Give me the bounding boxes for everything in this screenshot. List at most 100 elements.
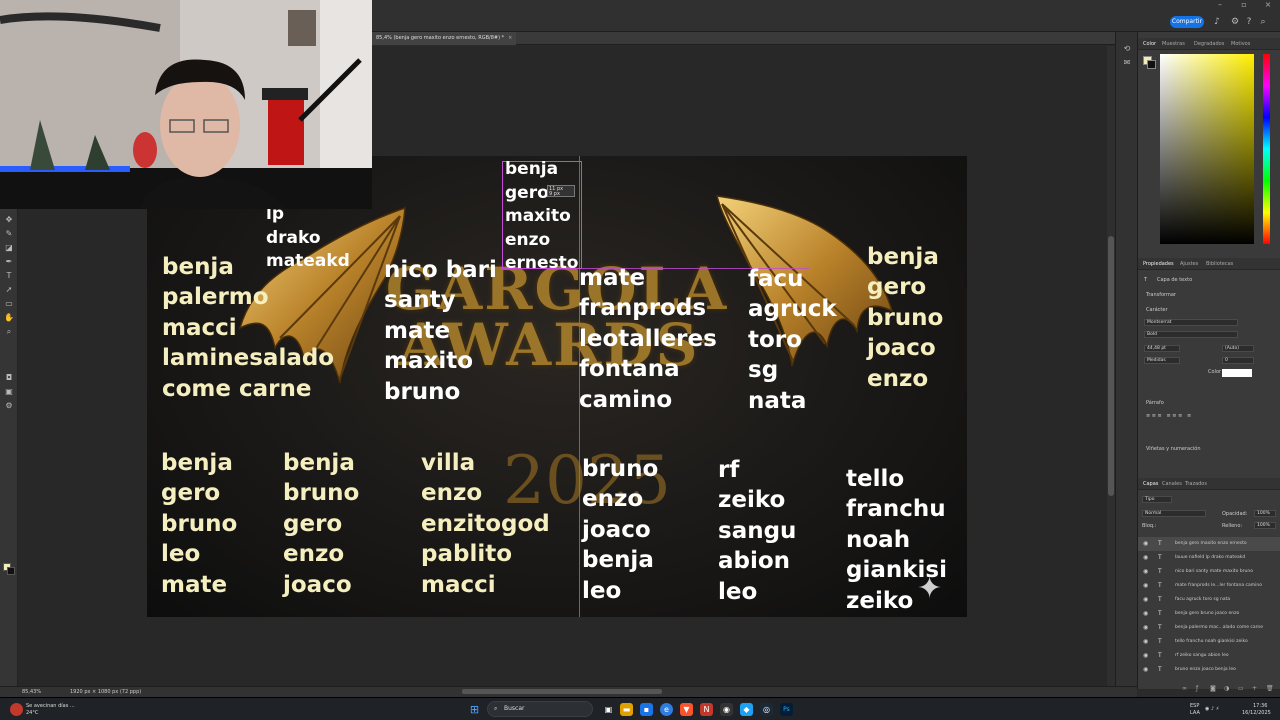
name-list[interactable]: facu agruck toro sg nata [748, 264, 837, 416]
tab-swatches[interactable]: Muestras [1162, 38, 1185, 50]
name-entry[interactable]: mate [161, 570, 237, 600]
name-entry[interactable]: tello [846, 464, 947, 494]
name-entry[interactable]: facu [748, 264, 837, 294]
name-entry[interactable]: joaco [867, 333, 943, 363]
name-list[interactable]: benja palermo macci laminesalado come carne [162, 252, 334, 404]
leading-field[interactable]: (Auto) [1222, 345, 1254, 352]
app-icon[interactable]: ◆ [740, 703, 753, 716]
name-entry[interactable]: benja [161, 448, 237, 478]
vertical-scrollbar[interactable] [1107, 46, 1115, 686]
close-tab-icon[interactable]: × [508, 35, 512, 41]
document-canvas[interactable]: GARGOLA AWARDS™ 2025 ✦ lp drako mateakd be… [147, 156, 967, 617]
name-entry[interactable]: noah [846, 525, 947, 555]
tracking-field[interactable]: 0 [1222, 357, 1254, 364]
name-list[interactable]: villa enzo enzitogod pablito macci [421, 448, 550, 600]
name-entry[interactable]: franchu [846, 494, 947, 524]
name-entry[interactable]: bruno [867, 303, 943, 333]
layer-name[interactable]: lauue nafield lp drako mateakd [1175, 551, 1245, 565]
tab-libraries[interactable]: Bibliotecas [1206, 258, 1233, 270]
name-list[interactable]: bruno enzo joaco benja leo [582, 454, 658, 606]
weather-title[interactable]: Se avecinan días ... [26, 703, 75, 709]
shape-tool-icon[interactable]: ▭ [3, 299, 15, 309]
mask-icon[interactable]: ◙ [1210, 685, 1216, 692]
name-list[interactable]: benja gero bruno joaco enzo [867, 242, 943, 394]
tray-icons[interactable]: ◉ ♪ ⚡ [1205, 706, 1219, 712]
name-entry[interactable]: sg [748, 355, 837, 385]
layer-name[interactable]: benja gero bruno joaco enzo [1175, 607, 1239, 621]
netflix-icon[interactable]: N [700, 703, 713, 716]
photoshop-icon[interactable]: Ps [780, 703, 793, 716]
teams-icon[interactable]: ▪ [640, 703, 653, 716]
panel-background-swatch[interactable] [1147, 60, 1156, 69]
name-entry[interactable]: come carne [162, 374, 334, 404]
move-tool-icon[interactable]: ✥ [3, 215, 15, 225]
eye-icon[interactable]: ◉ [1143, 635, 1148, 649]
name-entry[interactable]: gero [161, 478, 237, 508]
comments-icon[interactable]: ✉ [1121, 58, 1133, 68]
layer-name[interactable]: tello franchu noah giankisi zeiko [1175, 635, 1248, 649]
eye-icon[interactable]: ◉ [1143, 537, 1148, 551]
tab-gradients[interactable]: Degradados [1194, 38, 1224, 50]
fx-icon[interactable]: ƒ [1196, 685, 1198, 692]
weather-icon[interactable] [10, 703, 23, 716]
layer-name[interactable]: facu agruck toro sg nata [1175, 593, 1230, 607]
tab-channels[interactable]: Canales [1162, 478, 1182, 490]
name-entry[interactable]: laminesalado [162, 343, 334, 373]
name-entry[interactable]: maxito [505, 205, 578, 229]
name-list[interactable]: tello franchu noah giankisi zeiko [846, 464, 947, 616]
name-entry[interactable]: mate [579, 263, 717, 293]
quick-mask-icon[interactable]: ◘ [3, 373, 15, 383]
blend-mode-select[interactable]: Normal [1142, 510, 1206, 517]
name-entry[interactable]: leo [582, 576, 658, 606]
tab-adjustments[interactable]: Ajustes [1180, 258, 1198, 270]
name-entry[interactable]: santy [384, 285, 497, 315]
layer-row[interactable]: ◉ Tlauue nafield lp drako mateakd [1138, 551, 1280, 565]
selection-tool-icon[interactable]: ➚ [3, 285, 15, 295]
minimize-icon[interactable]: – [1212, 0, 1228, 10]
name-entry[interactable]: enzo [505, 229, 578, 253]
name-entry[interactable]: bruno [582, 454, 658, 484]
document-size[interactable]: 1920 px × 1080 px (72 ppp) [70, 687, 141, 697]
close-window-icon[interactable]: × [1260, 0, 1276, 10]
name-entry[interactable]: benja [162, 252, 334, 282]
eye-icon[interactable]: ◉ [1143, 607, 1148, 621]
transform-section[interactable]: Transformar [1146, 292, 1176, 299]
maximize-icon[interactable]: ▫ [1236, 0, 1252, 10]
document-tab[interactable]: 85,4% (benja gero maxito enzo ernesto, R… [372, 32, 517, 45]
align-buttons[interactable]: ≡ ≡ ≡ ≡ ≡ ≡ ≡ [1146, 413, 1191, 420]
name-entry[interactable]: fontana [579, 354, 717, 384]
name-entry[interactable]: giankisi [846, 555, 947, 585]
name-entry[interactable]: leotalleres [579, 324, 717, 354]
layer-row[interactable]: ◉ Tbenja gero maxito enzo ernesto [1138, 537, 1280, 551]
font-style-select[interactable]: Bold [1144, 331, 1238, 338]
horizontal-scroll-thumb[interactable] [462, 689, 662, 694]
name-entry[interactable]: zeiko [846, 586, 947, 616]
eye-icon[interactable]: ◉ [1143, 621, 1148, 635]
hand-tool-icon[interactable]: ✋ [3, 313, 15, 323]
name-list[interactable]: benja gero bruno leo mate [161, 448, 237, 600]
steam-icon[interactable]: ◎ [760, 703, 773, 716]
name-entry[interactable]: ernesto [505, 252, 578, 276]
new-layer-icon[interactable]: + [1252, 685, 1257, 692]
name-entry[interactable]: sangu [718, 516, 796, 546]
name-list[interactable]: benja gero maxito enzo ernesto [505, 158, 578, 276]
layer-name[interactable]: nico bari santy mate maxito bruno [1175, 565, 1253, 579]
clock-date[interactable]: 16/12/2025 [1242, 710, 1271, 716]
type-tool-icon[interactable]: T [3, 271, 15, 281]
opacity-field[interactable]: 100% [1254, 510, 1276, 517]
kerning-field[interactable]: Medidas [1144, 357, 1180, 364]
name-entry[interactable]: bruno [384, 377, 497, 407]
share-button[interactable]: Compartir [1170, 16, 1204, 28]
tab-properties[interactable]: Propiedades [1143, 258, 1174, 270]
name-entry[interactable]: nata [748, 386, 837, 416]
layer-row[interactable]: ◉ Tbruno enzo joaco benja leo [1138, 663, 1280, 677]
name-entry[interactable]: gero [283, 509, 359, 539]
name-entry[interactable]: enzitogod [421, 509, 550, 539]
name-entry[interactable]: enzo [582, 484, 658, 514]
name-entry[interactable]: palermo [162, 282, 334, 312]
color-picker-field[interactable] [1160, 54, 1254, 244]
clock-time[interactable]: 17:36 [1253, 703, 1267, 709]
name-entry[interactable]: rf [718, 455, 796, 485]
eye-icon[interactable]: ◉ [1143, 579, 1148, 593]
edge-icon[interactable]: e [660, 703, 673, 716]
